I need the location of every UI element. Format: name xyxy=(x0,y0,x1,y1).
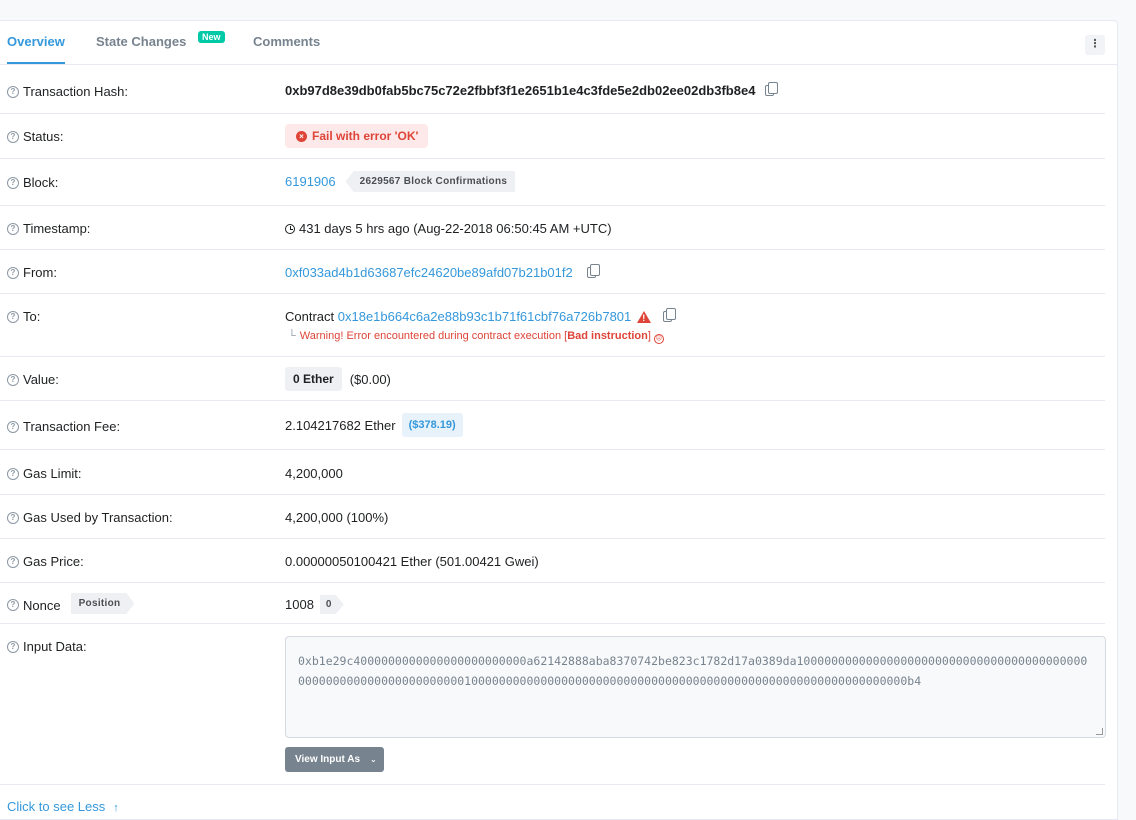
label-gas-limit: Gas Limit: xyxy=(23,466,82,481)
sad-face-icon: ☹ xyxy=(653,334,664,344)
fee-usd-badge: ($378.19) xyxy=(401,413,463,437)
gas-used-value: 4,200,000 (100%) xyxy=(285,510,389,525)
row-input-data: ? Input Data: 0xb1e29c4000000000000000000… xyxy=(0,624,1106,785)
tab-comments[interactable]: Comments xyxy=(253,34,320,49)
to-address-link[interactable]: 0x18e1b664c6a2e88b93c1b71f61cbf76a726b78… xyxy=(338,309,632,324)
position-value-badge: 0 xyxy=(320,595,344,614)
help-icon[interactable]: ? xyxy=(7,85,19,98)
row-nonce: ? Nonce Position 1008 0 xyxy=(0,583,1105,624)
row-gas-price: ? Gas Price: 0.00000050100421 Ether (501.… xyxy=(0,539,1105,583)
row-timestamp: ? Timestamp: 431 days 5 hrs ago (Aug-22-2… xyxy=(0,206,1105,250)
label-value: Value: xyxy=(23,372,59,387)
row-gas-used: ? Gas Used by Transaction: 4,200,000 (100… xyxy=(0,495,1105,539)
row-value: ? Value: 0 Ether ($0.00) xyxy=(0,357,1105,401)
contract-warning: └ Warning! Error encountered during contr… xyxy=(288,330,664,344)
block-number-link[interactable]: 6191906 xyxy=(285,174,336,189)
warning-icon xyxy=(637,310,652,323)
label-status: Status: xyxy=(23,129,64,144)
gas-price-value: 0.00000050100421 Ether (501.00421 Gwei) xyxy=(285,554,539,569)
contract-prefix: Contract xyxy=(285,309,335,324)
block-confirmations-badge: 2629567 Block Confirmations xyxy=(345,171,516,192)
row-to: ? To: Contract 0x18e1b664c6a2e88b93c1b71f… xyxy=(0,294,1105,357)
resize-grip-icon[interactable] xyxy=(1096,728,1103,735)
view-input-as-button[interactable]: View Input As ⌄ xyxy=(285,747,384,772)
tab-comments-label: Comments xyxy=(253,34,321,49)
row-status: ? Status: × Fail with error 'OK' xyxy=(0,114,1105,159)
label-from: From: xyxy=(23,265,57,280)
row-transaction-fee: ? Transaction Fee: 2.104217682 Ether ($378… xyxy=(0,401,1105,450)
label-transaction-hash: Transaction Hash: xyxy=(23,84,129,99)
row-block: ? Block: 6191906 2629567 Block Confirmatio… xyxy=(0,159,1105,206)
fee-value: 2.104217682 Ether xyxy=(285,417,396,433)
help-icon[interactable]: ? xyxy=(7,467,19,480)
label-input-data: Input Data: xyxy=(23,639,87,654)
transaction-details-card: Overview State Changes New Comments ⋮ ? Tr… xyxy=(0,20,1118,820)
input-data-textarea[interactable]: 0xb1e29c4000000000000000000000000a621428… xyxy=(285,636,1106,738)
copy-icon[interactable] xyxy=(765,82,779,96)
timestamp-value: 431 days 5 hrs ago (Aug-22-2018 06:50:45… xyxy=(299,221,612,236)
arrow-up-icon: ↑ xyxy=(113,802,119,814)
help-icon[interactable]: ? xyxy=(7,511,19,524)
copy-icon[interactable] xyxy=(663,308,677,322)
copy-icon[interactable] xyxy=(586,264,600,278)
tab-state-changes[interactable]: State Changes New xyxy=(96,31,225,49)
gas-limit-value: 4,200,000 xyxy=(285,466,343,481)
help-icon[interactable]: ? xyxy=(7,599,19,611)
transaction-hash-value[interactable]: 0xb97d8e39db0fab5bc75c72e2fbbf3f1e2651b1… xyxy=(285,83,755,98)
row-transaction-hash: ? Transaction Hash: 0xb97d8e39db0fab5bc75… xyxy=(0,66,1105,114)
label-gas-used: Gas Used by Transaction: xyxy=(23,510,173,525)
error-circle-icon: × xyxy=(296,130,307,142)
tab-state-changes-label: State Changes xyxy=(96,34,187,49)
clock-icon xyxy=(285,223,295,234)
input-data-value: 0xb1e29c4000000000000000000000000a621428… xyxy=(298,654,1088,688)
status-badge: × Fail with error 'OK' xyxy=(285,124,429,148)
click-to-see-less-link[interactable]: Click to see Less ↑ xyxy=(7,799,119,814)
label-nonce: Nonce xyxy=(23,597,61,613)
value-usd: ($0.00) xyxy=(349,371,391,387)
nonce-value: 1008 xyxy=(285,597,314,612)
new-badge: New xyxy=(198,31,225,43)
help-icon[interactable]: ? xyxy=(7,555,19,568)
label-to: To: xyxy=(23,309,41,324)
more-vertical-icon[interactable]: ⋮ xyxy=(1085,35,1105,55)
from-address-link[interactable]: 0xf033ad4b1d63687efc24620be89afd07b21b01… xyxy=(285,265,573,280)
label-gas-price: Gas Price: xyxy=(23,554,84,569)
help-icon[interactable]: ? xyxy=(7,266,19,279)
tab-overview-label: Overview xyxy=(7,34,65,49)
help-icon[interactable]: ? xyxy=(7,373,19,386)
status-text: Fail with error 'OK' xyxy=(312,129,419,143)
help-icon[interactable]: ? xyxy=(7,420,19,433)
help-icon[interactable]: ? xyxy=(7,222,19,235)
position-badge: Position xyxy=(71,593,135,614)
help-icon[interactable]: ? xyxy=(7,310,19,323)
label-block: Block: xyxy=(23,175,59,190)
tab-overview[interactable]: Overview xyxy=(7,34,65,64)
help-icon[interactable]: ? xyxy=(7,640,19,653)
help-icon[interactable]: ? xyxy=(7,130,19,143)
help-icon[interactable]: ? xyxy=(7,176,19,189)
row-from: ? From: 0xf033ad4b1d63687efc24620be89afd0… xyxy=(0,250,1105,294)
tab-bar: Overview State Changes New Comments ⋮ xyxy=(0,21,1117,65)
chevron-down-icon: ⌄ xyxy=(370,755,377,764)
value-amount-badge: 0 Ether xyxy=(285,367,342,391)
label-timestamp: Timestamp: xyxy=(23,221,91,236)
row-gas-limit: ? Gas Limit: 4,200,000 xyxy=(0,450,1105,495)
label-transaction-fee: Transaction Fee: xyxy=(23,419,121,434)
